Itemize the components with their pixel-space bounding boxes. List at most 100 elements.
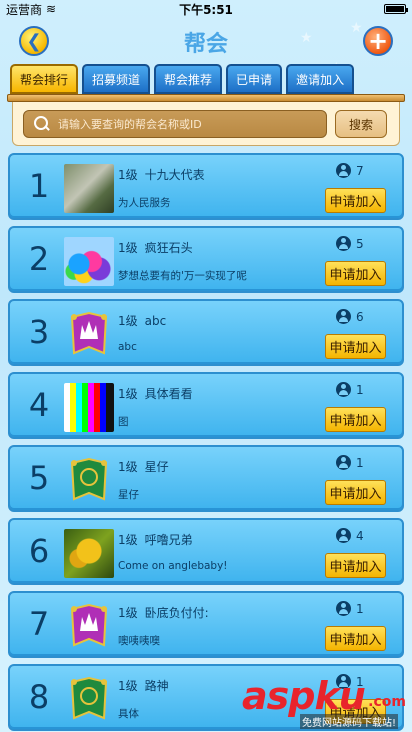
guild-rank: 6 — [28, 532, 50, 570]
battery-icon — [384, 4, 408, 14]
member-count: 5 — [336, 236, 364, 251]
member-icon — [336, 382, 351, 397]
member-icon — [336, 601, 351, 616]
guild-row[interactable]: 3 1级 abc abc 6 申请加入 — [8, 299, 404, 366]
guild-name-line: 1级 十九大代表 — [118, 166, 205, 183]
search-box[interactable] — [23, 110, 327, 138]
guild-name: abc — [144, 314, 167, 328]
guild-name-line: 1级 具体看看 — [118, 385, 193, 402]
guild-list: 1 1级 十九大代表 为人民服务 7 申请加入 2 1级 疯狂石头 梦想总要有的'万… — [8, 153, 404, 732]
create-guild-button[interactable]: + — [363, 26, 393, 56]
join-button[interactable]: 申请加入 — [325, 480, 386, 505]
guild-name-line: 1级 abc — [118, 312, 166, 329]
guild-description: 梦想总要有的'万一实现了呢 — [118, 270, 247, 282]
member-count: 6 — [336, 309, 364, 324]
guild-level: 1级 — [118, 314, 138, 328]
member-count-value: 7 — [356, 163, 364, 178]
guild-row[interactable]: 2 1级 疯狂石头 梦想总要有的'万一实现了呢 5 申请加入 — [8, 226, 404, 293]
guild-row[interactable]: 4 1级 具体看看 图 1 申请加入 — [8, 372, 404, 439]
guild-name: 十九大代表 — [144, 168, 205, 182]
header: ❮ 帮会 + — [0, 20, 412, 60]
guild-emblem-icon — [70, 311, 108, 355]
guild-avatar — [64, 164, 114, 213]
join-button[interactable]: 申请加入 — [325, 626, 386, 651]
join-button[interactable]: 申请加入 — [325, 188, 386, 213]
page-title: 帮会 — [183, 32, 228, 57]
member-count-value: 1 — [356, 382, 364, 397]
guild-name: 星仔 — [144, 460, 169, 474]
guild-description: 噢咦咦噢 — [118, 635, 160, 647]
tab-recruitment[interactable]: 招募频道 — [82, 64, 151, 94]
tab-applied[interactable]: 已申请 — [226, 64, 283, 94]
guild-level: 1级 — [118, 168, 138, 182]
guild-avatar — [64, 383, 114, 432]
status-time: 下午5:51 — [179, 2, 233, 17]
guild-row[interactable]: 5 1级 星仔 星仔 1 申请加入 — [8, 445, 404, 512]
guild-level: 1级 — [118, 241, 138, 255]
guild-rank: 5 — [28, 459, 50, 497]
guild-name: 呼噜兄弟 — [144, 533, 193, 547]
member-count: 7 — [336, 163, 364, 178]
status-bar: 运营商 ≋ 下午5:51 — [0, 0, 412, 18]
guild-rank: 3 — [28, 313, 50, 351]
guild-description: 星仔 — [118, 489, 139, 501]
guild-description: Come on anglebaby! — [118, 560, 228, 572]
guild-description: abc — [118, 341, 137, 353]
member-count: 1 — [336, 601, 364, 616]
guild-name: 疯狂石头 — [144, 241, 193, 255]
guild-name: 路神 — [144, 679, 169, 693]
guild-name-line: 1级 卧底负付付: — [118, 604, 209, 621]
member-count: 1 — [336, 382, 364, 397]
join-button[interactable]: 申请加入 — [325, 407, 386, 432]
search-panel: 搜索 — [12, 102, 400, 146]
guild-emblem-icon — [70, 457, 108, 501]
guild-rank: 2 — [28, 240, 50, 278]
tab-bar: 帮会排行 招募频道 帮会推荐 已申请 邀请加入 — [10, 64, 355, 94]
member-count-value: 6 — [356, 309, 364, 324]
guild-level: 1级 — [118, 606, 138, 620]
search-input[interactable] — [58, 117, 326, 131]
member-icon — [336, 236, 351, 251]
join-button[interactable]: 申请加入 — [325, 553, 386, 578]
member-count: 4 — [336, 528, 364, 543]
guild-name-line: 1级 疯狂石头 — [118, 239, 193, 256]
join-button[interactable]: 申请加入 — [325, 334, 386, 359]
search-icon — [34, 116, 50, 132]
guild-row[interactable]: 1 1级 十九大代表 为人民服务 7 申请加入 — [8, 153, 404, 220]
guild-name-line: 1级 路神 — [118, 677, 169, 694]
tab-invitations[interactable]: 邀请加入 — [286, 64, 355, 94]
member-count-value: 1 — [356, 455, 364, 470]
guild-emblem-icon — [70, 603, 108, 647]
watermark-tagline: 免费网站源码下载站! — [300, 714, 399, 729]
member-count-value: 4 — [356, 528, 364, 543]
plus-icon: + — [367, 27, 389, 55]
guild-level: 1级 — [118, 533, 138, 547]
member-icon — [336, 309, 351, 324]
member-icon — [336, 528, 351, 543]
guild-level: 1级 — [118, 387, 138, 401]
watermark-tld: .com — [368, 694, 406, 710]
guild-description: 为人民服务 — [118, 197, 171, 209]
search-button[interactable]: 搜索 — [335, 110, 387, 138]
member-icon — [336, 163, 351, 178]
guild-row[interactable]: 6 1级 呼噜兄弟 Come on anglebaby! 4 申请加入 — [8, 518, 404, 585]
tab-bar-rule — [7, 94, 405, 102]
tab-guild-ranking[interactable]: 帮会排行 — [10, 64, 79, 94]
watermark-logo: aspku .com 免费网站源码下载站! — [236, 674, 412, 732]
guild-avatar — [64, 237, 114, 286]
tab-recommended[interactable]: 帮会推荐 — [154, 64, 223, 94]
member-count: 1 — [336, 455, 364, 470]
guild-level: 1级 — [118, 460, 138, 474]
guild-name-line: 1级 星仔 — [118, 458, 169, 475]
watermark-wordmark: aspku — [242, 674, 366, 718]
guild-rank: 8 — [28, 678, 50, 716]
member-count-value: 1 — [356, 601, 364, 616]
guild-rank: 7 — [28, 605, 50, 643]
guild-row[interactable]: 7 1级 卧底负付付: 噢咦咦噢 1 申请加入 — [8, 591, 404, 658]
join-button[interactable]: 申请加入 — [325, 261, 386, 286]
guild-description: 具体 — [118, 708, 139, 720]
member-count-value: 5 — [356, 236, 364, 251]
guild-name: 具体看看 — [144, 387, 193, 401]
guild-level: 1级 — [118, 679, 138, 693]
guild-rank: 4 — [28, 386, 50, 424]
